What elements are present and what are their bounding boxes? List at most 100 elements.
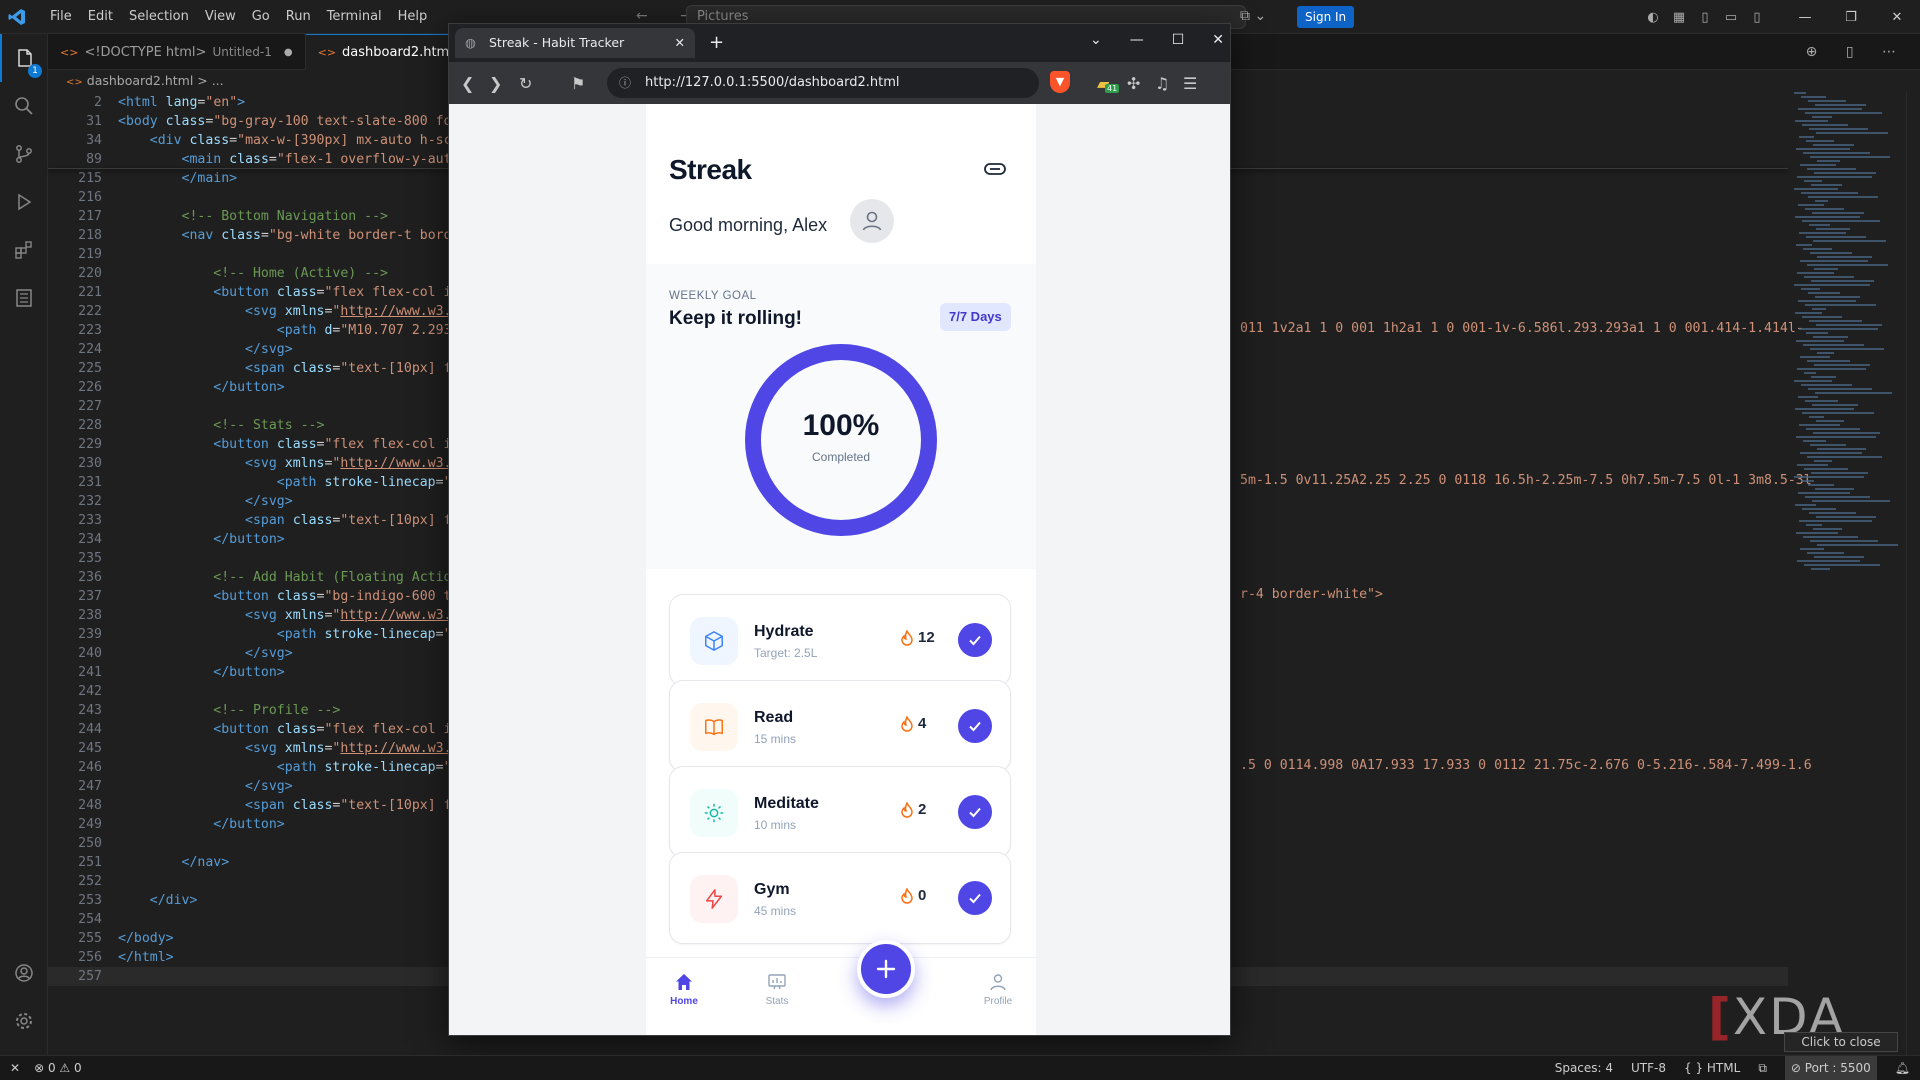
source-control-icon[interactable] xyxy=(0,130,48,178)
add-habit-button[interactable] xyxy=(857,940,915,998)
menu-file[interactable]: File xyxy=(42,0,80,34)
nav-home[interactable]: Home xyxy=(654,972,714,1007)
minimap-line xyxy=(1800,260,1868,262)
toggle-sidebar-icon[interactable]: ▯ xyxy=(1692,10,1718,25)
menu-terminal[interactable]: Terminal xyxy=(319,0,390,34)
avatar[interactable] xyxy=(850,199,894,243)
menu-hamburger-icon[interactable]: ☰ xyxy=(1183,74,1197,93)
tab-search-icon[interactable]: ⌄ xyxy=(1090,32,1102,48)
editor-actions[interactable]: ⊕ ▯ ⋯ xyxy=(1806,44,1908,60)
nav-label: Profile xyxy=(983,996,1013,1007)
restore-icon[interactable]: ❐ xyxy=(1828,10,1874,25)
line-number: 216 xyxy=(78,190,102,205)
layout-icon[interactable]: ▦ xyxy=(1666,10,1692,25)
brave-shields-icon[interactable]: ▼ xyxy=(1050,71,1070,93)
close-window-icon[interactable]: ✕ xyxy=(1212,32,1224,48)
manage-gear-icon[interactable] xyxy=(0,997,48,1045)
explorer-badge: 1 xyxy=(28,64,42,78)
run-debug-icon[interactable] xyxy=(0,178,48,226)
menu-view[interactable]: View xyxy=(197,0,244,34)
browser-tab[interactable]: ◍ Streak - Habit Tracker ✕ xyxy=(455,28,695,58)
menu-selection[interactable]: Selection xyxy=(121,0,197,34)
complete-check-button[interactable] xyxy=(958,709,992,743)
browser-tab-title: Streak - Habit Tracker xyxy=(489,35,625,50)
toggle-secondary-icon[interactable]: ▯ xyxy=(1744,10,1770,25)
minimap-line xyxy=(1804,564,1880,566)
minimap-line xyxy=(1811,568,1830,570)
minimap-line xyxy=(1800,452,1862,454)
maximize-icon[interactable]: ☐ xyxy=(1172,32,1185,48)
line-number: 215 xyxy=(78,171,102,186)
complete-check-button[interactable] xyxy=(958,881,992,915)
account-icon[interactable] xyxy=(0,949,48,997)
nav-profile[interactable]: Profile xyxy=(968,972,1028,1007)
editor-scrollbar[interactable] xyxy=(1906,92,1920,1055)
extensions-icon[interactable] xyxy=(0,226,48,274)
unsaved-dot-icon[interactable]: ● xyxy=(284,47,293,58)
minimize-icon[interactable]: — xyxy=(1130,32,1144,48)
habit-card-meditate[interactable]: Meditate 10 mins 2 xyxy=(669,766,1011,858)
code-text: <button class="flex flex-col it xyxy=(213,285,460,300)
back-icon[interactable]: ❮ xyxy=(461,74,474,93)
code-text: <button class="flex flex-col it xyxy=(213,437,460,452)
tab-label: dashboard2.html xyxy=(342,45,453,60)
copilot-icon[interactable]: ⧉ ⌄ xyxy=(1240,8,1266,24)
habit-card-gym[interactable]: Gym 45 mins 0 xyxy=(669,852,1011,944)
minimap-line xyxy=(1794,284,1870,286)
new-tab-icon[interactable]: + xyxy=(709,32,724,53)
minimap-line xyxy=(1812,116,1832,118)
habit-name: Gym xyxy=(754,881,790,898)
problems-indicator[interactable]: ⊗ 0 ⚠ 0 xyxy=(34,1056,82,1080)
accounts-icon[interactable]: ◐ xyxy=(1640,10,1666,25)
minimap-line xyxy=(1798,492,1850,494)
sign-in-button[interactable]: Sign In xyxy=(1297,6,1355,28)
line-number: 246 xyxy=(78,760,102,775)
minimap[interactable] xyxy=(1788,92,1906,652)
minimap-line xyxy=(1795,312,1822,314)
complete-check-button[interactable] xyxy=(958,623,992,657)
encoding-status[interactable]: UTF-8 xyxy=(1631,1056,1666,1080)
toggle-panel-icon[interactable]: ▭ xyxy=(1718,10,1744,25)
notifications-bell-icon[interactable]: 🔔︎ xyxy=(1895,1056,1910,1080)
media-icon[interactable]: ♫ xyxy=(1155,74,1169,93)
menu-go[interactable]: Go xyxy=(244,0,278,34)
copilot-status-icon[interactable]: ⧉ xyxy=(1758,1056,1767,1080)
minimap-line xyxy=(1805,400,1838,402)
browser-toolbar: ❮ ❯ ↻ ⚑ ⓘ http://127.0.0.1:5500/dashboar… xyxy=(449,62,1230,104)
line-number: 2 xyxy=(94,95,102,110)
close-tab-icon[interactable]: ✕ xyxy=(675,28,685,58)
search-icon[interactable] xyxy=(0,82,48,130)
reload-icon[interactable]: ↻ xyxy=(519,74,532,93)
code-text: <main class="flex-1 overflow-y-auto xyxy=(181,152,460,167)
days-badge: 7/7 Days xyxy=(940,303,1011,331)
tab-untitled[interactable]: <> <!DOCTYPE html> Untitled-1 ● xyxy=(48,34,306,70)
minimap-line xyxy=(1804,372,1816,374)
forward-icon[interactable]: ❯ xyxy=(489,74,502,93)
minimap-line xyxy=(1808,292,1840,294)
site-info-icon[interactable]: ⓘ xyxy=(619,68,631,98)
remote-icon[interactable]: ✕ xyxy=(10,1056,20,1080)
minimap-line xyxy=(1811,184,1842,186)
live-server-port[interactable]: ⊘ Port : 5500 xyxy=(1784,1056,1877,1080)
close-window-icon[interactable]: ✕ xyxy=(1874,10,1920,25)
menu-help[interactable]: Help xyxy=(390,0,436,34)
address-bar[interactable]: ⓘ http://127.0.0.1:5500/dashboard2.html xyxy=(607,68,1039,98)
habit-card-hydrate[interactable]: Hydrate Target: 2.5L 12 xyxy=(669,594,1011,686)
bookmark-icon[interactable]: ⚑ xyxy=(571,74,585,93)
minimap-line xyxy=(1807,456,1882,458)
menu-run[interactable]: Run xyxy=(278,0,319,34)
habit-card-read[interactable]: Read 15 mins 4 xyxy=(669,680,1011,772)
extensions-puzzle-icon[interactable]: ✣ xyxy=(1127,74,1140,93)
notebook-icon[interactable] xyxy=(0,274,48,322)
minimap-line xyxy=(1817,448,1866,450)
menu-edit[interactable]: Edit xyxy=(80,0,121,34)
minimize-icon[interactable]: — xyxy=(1782,10,1828,25)
explorer-icon[interactable]: 1 xyxy=(0,34,48,82)
language-mode[interactable]: { } HTML xyxy=(1684,1056,1740,1080)
complete-check-button[interactable] xyxy=(958,795,992,829)
breadcrumb[interactable]: <> dashboard2.html > ... xyxy=(48,70,224,92)
nav-stats[interactable]: Stats xyxy=(747,972,807,1007)
line-number: 237 xyxy=(78,589,102,604)
link-icon[interactable] xyxy=(984,162,1006,176)
indentation-status[interactable]: Spaces: 4 xyxy=(1555,1056,1613,1080)
